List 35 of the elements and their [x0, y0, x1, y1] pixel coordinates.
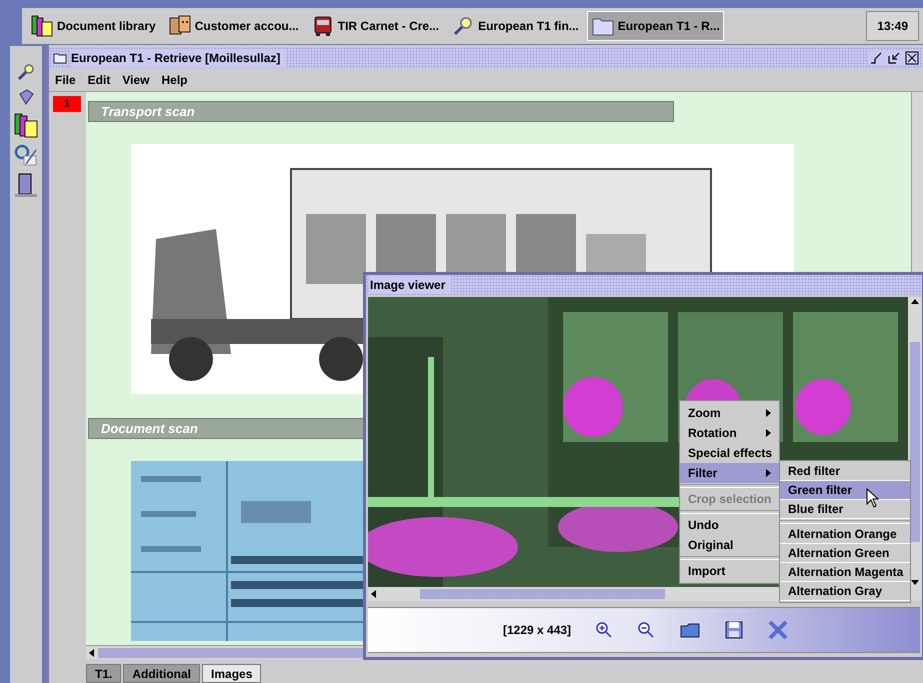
- menu-item[interactable]: Alternation Gray: [780, 582, 910, 601]
- section-header: Transport scan: [88, 101, 674, 122]
- scrollbar-thumb[interactable]: [910, 342, 920, 542]
- window-title: European T1 - Retrieve [Moillesullaz]: [71, 49, 286, 67]
- taskbar-button[interactable]: European T1 fin...: [447, 11, 583, 41]
- bottom-tab[interactable]: Additional: [123, 664, 200, 683]
- scroll-up-icon[interactable]: [910, 297, 920, 307]
- magnifier-icon[interactable]: [16, 62, 36, 82]
- menu-item[interactable]: Edit: [88, 71, 110, 89]
- taskbar-button[interactable]: TIR Carnet - Cre...: [306, 11, 444, 41]
- menu-item[interactable]: Help: [161, 71, 188, 89]
- bottom-tab[interactable]: T1.: [86, 664, 122, 683]
- scrollbar-thumb[interactable]: [420, 589, 665, 599]
- folder-icon: [53, 52, 67, 64]
- save-icon[interactable]: [725, 621, 744, 639]
- taskbar-button[interactable]: Customer accou...: [164, 11, 303, 41]
- clock: 13:49: [866, 11, 919, 41]
- window-title: Image viewer: [370, 276, 452, 294]
- folder-icon[interactable]: [679, 622, 702, 638]
- menu-item[interactable]: View: [122, 71, 150, 89]
- taskbar-button[interactable]: European T1 - R...: [586, 11, 724, 41]
- image-dimensions: [1229 x 443]: [503, 622, 572, 639]
- books-icon[interactable]: [13, 112, 39, 138]
- taskbar-button[interactable]: Document library: [26, 11, 160, 41]
- page-tab[interactable]: 1: [53, 96, 81, 112]
- vertical-scrollbar[interactable]: [908, 297, 922, 587]
- email-icon[interactable]: [14, 144, 38, 166]
- menu-item[interactable]: File: [55, 71, 76, 89]
- zoom-in-icon[interactable]: [595, 621, 614, 639]
- restore-icon[interactable]: [887, 51, 901, 65]
- books-icon: [30, 14, 54, 38]
- bottom-tab[interactable]: Images: [202, 664, 262, 683]
- door-icon[interactable]: [14, 172, 38, 198]
- zoom-out-icon[interactable]: [637, 621, 656, 639]
- close-icon[interactable]: [905, 51, 919, 65]
